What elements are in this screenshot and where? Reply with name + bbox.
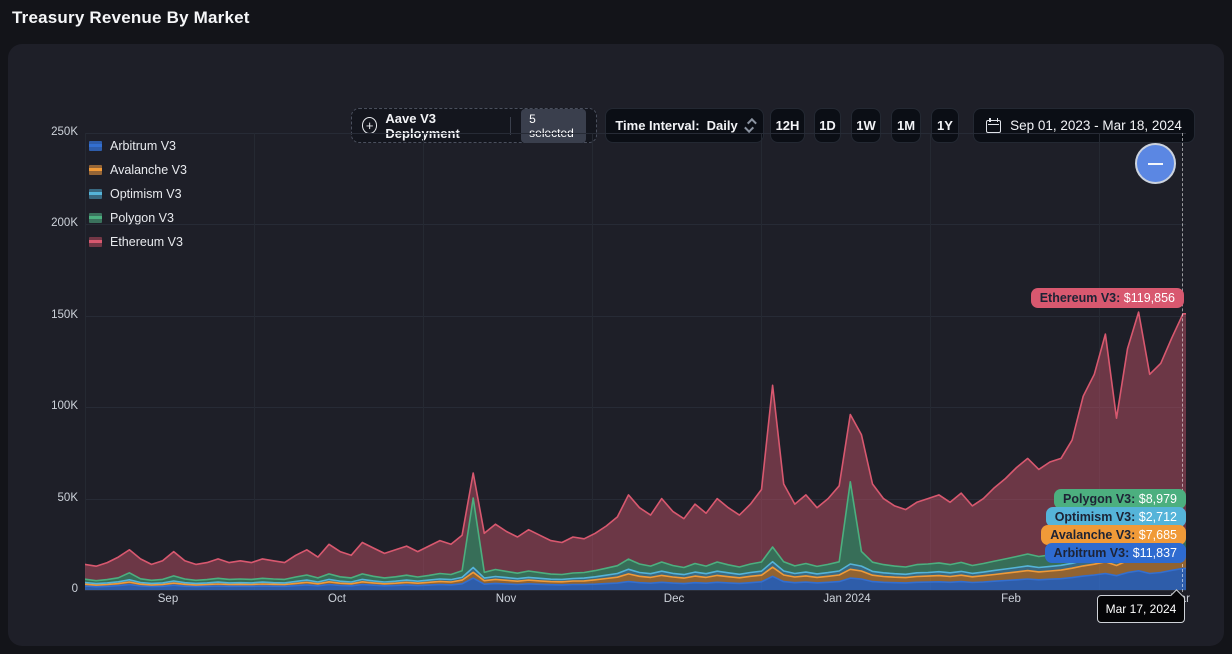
callout-series-name: Avalanche V3 bbox=[1050, 528, 1131, 542]
callout-series-name: Optimism V3 bbox=[1055, 510, 1131, 524]
x-tick-label: Dec bbox=[664, 593, 684, 605]
calendar-icon bbox=[986, 118, 1001, 133]
callout-value: $7,685 bbox=[1139, 528, 1177, 542]
stacked-area-svg bbox=[85, 133, 1186, 590]
callout-separator: : bbox=[1131, 492, 1139, 506]
callout-separator: : bbox=[1131, 510, 1139, 524]
legend-swatch bbox=[89, 237, 102, 247]
legend: Arbitrum V3 Avalanche V3 Optimism V3 Polygo… bbox=[89, 139, 187, 249]
callout-value: $8,979 bbox=[1139, 492, 1177, 506]
legend-item-optimism-v3[interactable]: Optimism V3 bbox=[89, 187, 187, 201]
y-tick-label: 50K bbox=[0, 492, 78, 504]
divider bbox=[510, 117, 511, 135]
legend-swatch bbox=[89, 141, 102, 151]
page-title: Treasury Revenue By Market bbox=[12, 8, 250, 28]
callout-arbitrum: Arbitrum V3: $11,837 bbox=[1045, 543, 1186, 563]
circle-plus-icon: + bbox=[362, 117, 377, 134]
y-tick-label: 150K bbox=[0, 309, 78, 321]
callout-series-name: Ethereum V3 bbox=[1040, 291, 1116, 305]
legend-label: Polygon V3 bbox=[110, 211, 174, 225]
x-tick-label: Sep bbox=[158, 593, 178, 605]
legend-label: Ethereum V3 bbox=[110, 235, 183, 249]
legend-item-polygon-v3[interactable]: Polygon V3 bbox=[89, 211, 187, 225]
legend-swatch bbox=[89, 165, 102, 175]
callout-value: $2,712 bbox=[1139, 510, 1177, 524]
callout-separator: : bbox=[1116, 291, 1124, 305]
x-tick-label: Jan 2024 bbox=[823, 593, 870, 605]
time-interval-label: Time Interval: bbox=[615, 118, 699, 133]
legend-item-avalanche-v3[interactable]: Avalanche V3 bbox=[89, 163, 187, 177]
legend-label: Optimism V3 bbox=[110, 187, 182, 201]
callout-optimism: Optimism V3: $2,712 bbox=[1046, 507, 1186, 527]
callout-value: $119,856 bbox=[1124, 291, 1175, 305]
y-tick-label: 250K bbox=[0, 126, 78, 138]
zoom-out-button[interactable] bbox=[1135, 143, 1176, 184]
x-tick-label: Oct bbox=[328, 593, 346, 605]
x-tick-label: Feb bbox=[1001, 593, 1021, 605]
legend-swatch bbox=[89, 213, 102, 223]
app-window: Treasury Revenue By Market + Aave V3 Dep… bbox=[0, 0, 1232, 654]
date-range-text: Sep 01, 2023 - Mar 18, 2024 bbox=[1010, 118, 1182, 133]
legend-label: Avalanche V3 bbox=[110, 163, 187, 177]
x-axis-line bbox=[85, 590, 1186, 591]
callout-polygon: Polygon V3: $8,979 bbox=[1054, 489, 1186, 509]
y-tick-label: 0 bbox=[0, 583, 78, 595]
hover-date-text: Mar 17, 2024 bbox=[1106, 602, 1177, 616]
y-tick-label: 100K bbox=[0, 400, 78, 412]
callout-series-name: Arbitrum V3 bbox=[1054, 546, 1126, 560]
callout-separator: : bbox=[1125, 546, 1133, 560]
time-interval-value: Daily bbox=[707, 118, 738, 133]
callout-separator: : bbox=[1131, 528, 1139, 542]
legend-item-ethereum-v3[interactable]: Ethereum V3 bbox=[89, 235, 187, 249]
callout-ethereum: Ethereum V3: $119,856 bbox=[1031, 288, 1184, 308]
legend-item-arbitrum-v3[interactable]: Arbitrum V3 bbox=[89, 139, 187, 153]
hover-date-tooltip: Mar 17, 2024 bbox=[1097, 595, 1185, 623]
chevron-updown-icon bbox=[747, 118, 754, 133]
callout-avalanche: Avalanche V3: $7,685 bbox=[1041, 525, 1186, 545]
chart-plot-area[interactable] bbox=[85, 133, 1186, 590]
callout-series-name: Polygon V3 bbox=[1063, 492, 1131, 506]
x-tick-label: Nov bbox=[496, 593, 516, 605]
legend-swatch bbox=[89, 189, 102, 199]
legend-label: Arbitrum V3 bbox=[110, 139, 176, 153]
callout-value: $11,837 bbox=[1133, 546, 1177, 560]
minus-icon bbox=[1148, 163, 1163, 165]
y-tick-label: 200K bbox=[0, 217, 78, 229]
